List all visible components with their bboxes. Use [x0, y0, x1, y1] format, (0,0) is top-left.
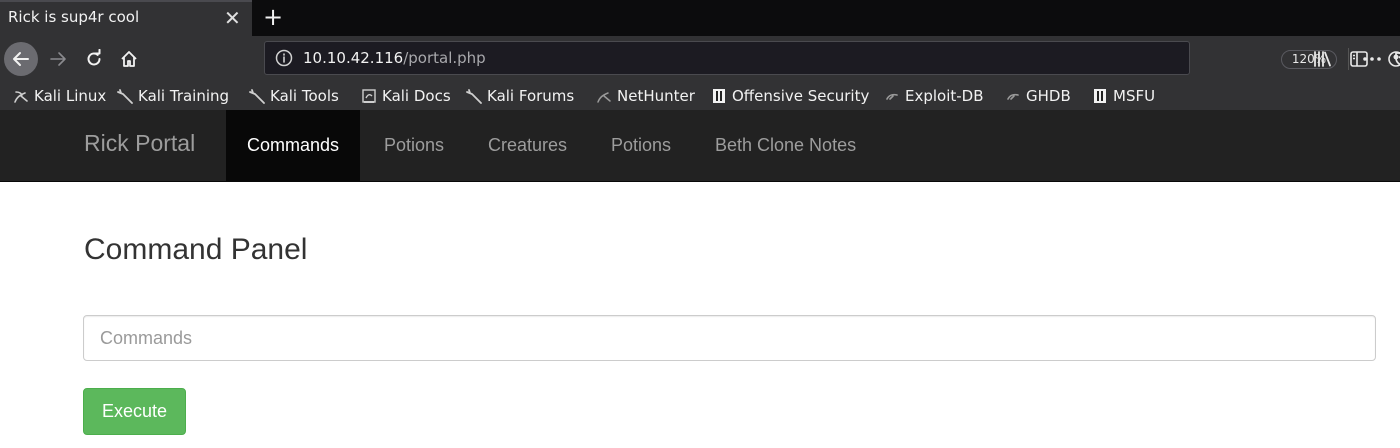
commands-input[interactable] — [83, 315, 1376, 361]
info-icon[interactable] — [275, 49, 293, 67]
bookmark-kali-tools[interactable]: Kali Tools — [249, 86, 339, 106]
bookmark-label: Kali Docs — [382, 87, 451, 105]
kali-dragon-icon — [249, 89, 265, 104]
url-bar[interactable]: 10.10.42.116/portal.php 120% — [264, 41, 1400, 75]
exploitdb-icon — [886, 93, 898, 100]
back-arrow-icon — [13, 52, 29, 66]
reload-icon — [87, 49, 101, 66]
exploitdb-icon — [1007, 93, 1019, 100]
tab-close-icon[interactable]: ✕ — [224, 6, 241, 30]
page-title: Command Panel — [84, 233, 308, 266]
kali-dragon-icon — [117, 89, 133, 104]
bookmark-kali-forums[interactable]: Kali Forums — [466, 86, 574, 106]
bookmark-offensive-security[interactable]: Offensive Security — [711, 86, 869, 106]
nethunter-icon — [597, 92, 611, 103]
offsec-icon — [713, 89, 725, 103]
account-icon[interactable] — [1386, 50, 1400, 68]
brand-link[interactable]: Rick Portal — [84, 130, 195, 157]
offsec-icon — [1094, 89, 1106, 103]
kali-dragon-icon — [14, 91, 28, 103]
site-navbar: Rick Portal Commands Potions Creatures P… — [0, 110, 1400, 182]
nav-link-potions[interactable]: Potions — [384, 110, 444, 181]
kali-dragon-icon — [466, 89, 482, 104]
forward-arrow-icon — [50, 52, 66, 66]
bookmark-exploit-db[interactable]: Exploit-DB — [884, 86, 984, 106]
bookmark-label: Kali Tools — [270, 87, 339, 105]
bookmark-label: GHDB — [1026, 87, 1071, 105]
bookmark-label: MSFU — [1113, 87, 1156, 105]
tab-title: Rick is sup4r cool — [8, 8, 140, 26]
bookmark-kali-docs[interactable]: Kali Docs — [361, 86, 451, 106]
new-tab-button[interactable]: + — [260, 2, 286, 32]
bookmark-label: Offensive Security — [732, 87, 870, 105]
reload-button[interactable] — [78, 43, 110, 75]
nav-link-potions-2[interactable]: Potions — [611, 110, 671, 181]
bookmarks-toolbar: Kali Linux Kali Training Kali Tools Kali… — [0, 82, 1400, 110]
bookmark-msfu[interactable]: MSFU — [1092, 86, 1155, 106]
library-icon[interactable] — [1312, 50, 1332, 68]
bookmark-ghdb[interactable]: GHDB — [1005, 86, 1071, 106]
nav-link-creatures[interactable]: Creatures — [488, 110, 567, 181]
home-button[interactable] — [113, 43, 145, 75]
url-host: 10.10.42.116 — [303, 49, 404, 67]
nav-link-commands[interactable]: Commands — [226, 110, 361, 181]
home-icon — [121, 51, 137, 67]
bookmark-label: Exploit-DB — [905, 87, 984, 105]
forward-button[interactable] — [42, 43, 74, 75]
url-text[interactable]: 10.10.42.116/portal.php — [303, 49, 486, 67]
execute-button[interactable]: Execute — [83, 388, 186, 435]
sidebar-icon[interactable] — [1349, 50, 1369, 68]
bookmark-label: NetHunter — [617, 87, 695, 105]
back-button[interactable] — [4, 42, 38, 76]
bookmark-label: Kali Training — [138, 87, 230, 105]
url-path: /portal.php — [403, 49, 486, 67]
browser-toolbar: 10.10.42.116/portal.php 120% — [0, 36, 1400, 82]
browser-tab-strip: Rick is sup4r cool ✕ + — [0, 0, 1400, 36]
bookmark-label: Kali Linux — [34, 87, 107, 105]
nav-link-beth-clone-notes[interactable]: Beth Clone Notes — [715, 110, 856, 181]
bookmark-kali-linux[interactable]: Kali Linux — [13, 86, 106, 106]
browser-tab[interactable]: Rick is sup4r cool ✕ — [0, 0, 252, 36]
bookmark-kali-training[interactable]: Kali Training — [117, 86, 229, 106]
kali-docs-icon — [362, 89, 376, 103]
bookmark-label: Kali Forums — [487, 87, 575, 105]
bookmark-nethunter[interactable]: NetHunter — [596, 86, 695, 106]
